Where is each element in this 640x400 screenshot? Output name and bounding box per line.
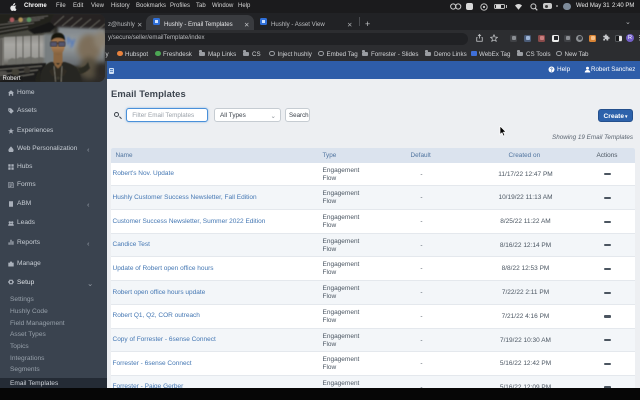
svg-text:ly: ly: [67, 36, 77, 48]
